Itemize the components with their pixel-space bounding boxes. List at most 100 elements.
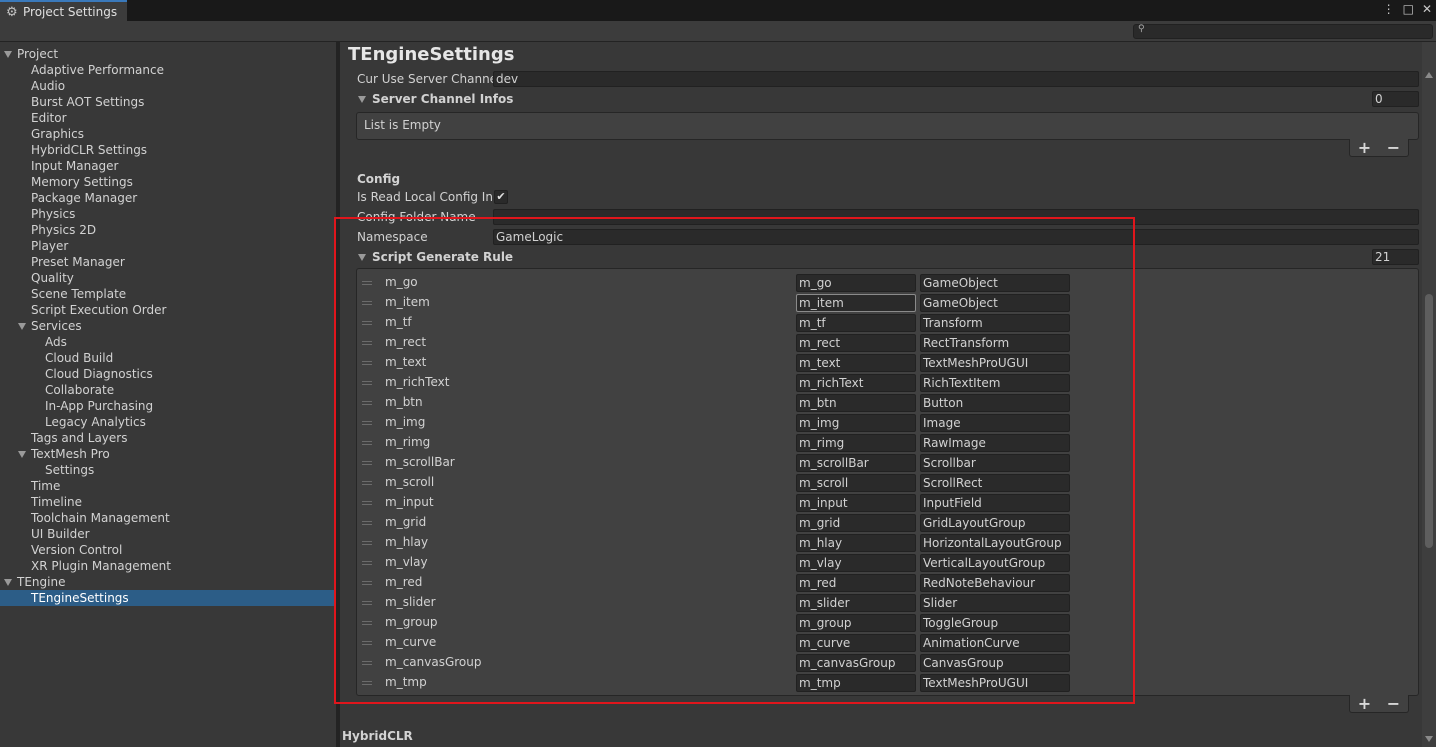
sidebar-item[interactable]: Graphics bbox=[31, 126, 84, 142]
add-button[interactable]: + bbox=[1358, 694, 1371, 713]
is-read-local-config-checkbox[interactable]: ✔ bbox=[494, 190, 508, 204]
sidebar-item[interactable]: Toolchain Management bbox=[31, 510, 170, 526]
rule-type-field[interactable]: GridLayoutGroup bbox=[920, 514, 1070, 532]
rule-prefix-field[interactable]: m_input bbox=[796, 494, 916, 512]
drag-handle-icon[interactable] bbox=[362, 601, 372, 605]
rule-type-field[interactable]: GameObject bbox=[920, 274, 1070, 292]
rule-type-field[interactable]: RawImage bbox=[920, 434, 1070, 452]
rule-prefix-field[interactable]: m_tmp bbox=[796, 674, 916, 692]
drag-handle-icon[interactable] bbox=[362, 581, 372, 585]
rule-type-field[interactable]: Image bbox=[920, 414, 1070, 432]
foldout-arrow-icon[interactable] bbox=[4, 579, 12, 586]
rule-type-field[interactable]: InputField bbox=[920, 494, 1070, 512]
rule-prefix-field[interactable]: m_hlay bbox=[796, 534, 916, 552]
foldout-arrow-icon[interactable] bbox=[358, 96, 366, 103]
drag-handle-icon[interactable] bbox=[362, 361, 372, 365]
sidebar-item[interactable]: Version Control bbox=[31, 542, 122, 558]
sidebar-item[interactable]: Editor bbox=[31, 110, 67, 126]
rule-type-field[interactable]: AnimationCurve bbox=[920, 634, 1070, 652]
sidebar-item[interactable]: In-App Purchasing bbox=[45, 398, 153, 414]
foldout-arrow-icon[interactable] bbox=[4, 51, 12, 58]
sidebar-item[interactable]: Burst AOT Settings bbox=[31, 94, 144, 110]
sidebar-item[interactable]: Input Manager bbox=[31, 158, 119, 174]
drag-handle-icon[interactable] bbox=[362, 441, 372, 445]
sidebar-item[interactable]: Cloud Diagnostics bbox=[45, 366, 153, 382]
script-generate-rule-label[interactable]: Script Generate Rule bbox=[372, 250, 513, 264]
sidebar-item[interactable]: Script Execution Order bbox=[31, 302, 166, 318]
sidebar-item[interactable]: Package Manager bbox=[31, 190, 137, 206]
rule-prefix-field[interactable]: m_item bbox=[796, 294, 916, 312]
close-icon[interactable]: ✕ bbox=[1422, 2, 1432, 16]
rule-prefix-field[interactable]: m_scrollBar bbox=[796, 454, 916, 472]
sidebar-item[interactable]: Adaptive Performance bbox=[31, 62, 164, 78]
drag-handle-icon[interactable] bbox=[362, 641, 372, 645]
sidebar-item[interactable]: Tags and Layers bbox=[31, 430, 127, 446]
config-folder-name-field[interactable] bbox=[493, 209, 1419, 225]
sidebar-item[interactable]: TEngine bbox=[17, 574, 65, 590]
drag-handle-icon[interactable] bbox=[362, 501, 372, 505]
sidebar-item[interactable]: TEngineSettings bbox=[0, 590, 336, 606]
foldout-arrow-icon[interactable] bbox=[358, 254, 366, 261]
namespace-field[interactable]: GameLogic bbox=[493, 229, 1419, 245]
search-input[interactable]: ⚲ bbox=[1133, 24, 1433, 39]
rule-type-field[interactable]: ToggleGroup bbox=[920, 614, 1070, 632]
vertical-scrollbar[interactable] bbox=[1422, 42, 1436, 747]
drag-handle-icon[interactable] bbox=[362, 381, 372, 385]
sidebar-item[interactable]: Quality bbox=[31, 270, 74, 286]
drag-handle-icon[interactable] bbox=[362, 521, 372, 525]
rule-type-field[interactable]: RedNoteBehaviour bbox=[920, 574, 1070, 592]
sidebar-item[interactable]: UI Builder bbox=[31, 526, 90, 542]
drag-handle-icon[interactable] bbox=[362, 301, 372, 305]
server-channel-infos-label[interactable]: Server Channel Infos bbox=[372, 92, 513, 106]
scrollbar-thumb[interactable] bbox=[1425, 294, 1433, 548]
rule-prefix-field[interactable]: m_vlay bbox=[796, 554, 916, 572]
drag-handle-icon[interactable] bbox=[362, 421, 372, 425]
sidebar-item[interactable]: Project bbox=[17, 46, 58, 62]
rule-prefix-field[interactable]: m_curve bbox=[796, 634, 916, 652]
drag-handle-icon[interactable] bbox=[362, 681, 372, 685]
more-menu-icon[interactable]: ⋮ bbox=[1383, 2, 1395, 16]
rule-prefix-field[interactable]: m_img bbox=[796, 414, 916, 432]
scroll-down-icon[interactable] bbox=[1425, 736, 1433, 742]
tab-project-settings[interactable]: ⚙ Project Settings bbox=[0, 0, 127, 22]
rule-prefix-field[interactable]: m_tf bbox=[796, 314, 916, 332]
sidebar-item[interactable]: Scene Template bbox=[31, 286, 126, 302]
sidebar-item[interactable]: Legacy Analytics bbox=[45, 414, 146, 430]
rule-type-field[interactable]: Transform bbox=[920, 314, 1070, 332]
rule-prefix-field[interactable]: m_scroll bbox=[796, 474, 916, 492]
rule-type-field[interactable]: ScrollRect bbox=[920, 474, 1070, 492]
rule-type-field[interactable]: TextMeshProUGUI bbox=[920, 354, 1070, 372]
rule-type-field[interactable]: HorizontalLayoutGroup bbox=[920, 534, 1070, 552]
sidebar-item[interactable]: Ads bbox=[45, 334, 67, 350]
scroll-up-icon[interactable] bbox=[1425, 72, 1433, 78]
sidebar-item[interactable]: Player bbox=[31, 238, 68, 254]
sidebar-item[interactable]: Physics 2D bbox=[31, 222, 96, 238]
sidebar-item[interactable]: HybridCLR Settings bbox=[31, 142, 147, 158]
sidebar-item[interactable]: Memory Settings bbox=[31, 174, 133, 190]
rule-type-field[interactable]: RectTransform bbox=[920, 334, 1070, 352]
rule-prefix-field[interactable]: m_red bbox=[796, 574, 916, 592]
drag-handle-icon[interactable] bbox=[362, 401, 372, 405]
rule-prefix-field[interactable]: m_go bbox=[796, 274, 916, 292]
remove-button[interactable]: − bbox=[1387, 138, 1400, 157]
drag-handle-icon[interactable] bbox=[362, 281, 372, 285]
drag-handle-icon[interactable] bbox=[362, 341, 372, 345]
server-channel-infos-count[interactable]: 0 bbox=[1372, 91, 1419, 107]
rule-prefix-field[interactable]: m_rimg bbox=[796, 434, 916, 452]
sidebar-item[interactable]: Collaborate bbox=[45, 382, 114, 398]
rule-prefix-field[interactable]: m_btn bbox=[796, 394, 916, 412]
script-generate-rule-count[interactable]: 21 bbox=[1372, 249, 1419, 265]
rule-prefix-field[interactable]: m_slider bbox=[796, 594, 916, 612]
maximize-icon[interactable]: □ bbox=[1403, 2, 1414, 16]
rule-prefix-field[interactable]: m_canvasGroup bbox=[796, 654, 916, 672]
foldout-arrow-icon[interactable] bbox=[18, 451, 26, 458]
sidebar-item[interactable]: XR Plugin Management bbox=[31, 558, 171, 574]
rule-prefix-field[interactable]: m_text bbox=[796, 354, 916, 372]
sidebar-item[interactable]: Services bbox=[31, 318, 82, 334]
drag-handle-icon[interactable] bbox=[362, 321, 372, 325]
rule-type-field[interactable]: VerticalLayoutGroup bbox=[920, 554, 1070, 572]
drag-handle-icon[interactable] bbox=[362, 541, 372, 545]
rule-prefix-field[interactable]: m_group bbox=[796, 614, 916, 632]
sidebar-item[interactable]: TextMesh Pro bbox=[31, 446, 110, 462]
rule-type-field[interactable]: GameObject bbox=[920, 294, 1070, 312]
